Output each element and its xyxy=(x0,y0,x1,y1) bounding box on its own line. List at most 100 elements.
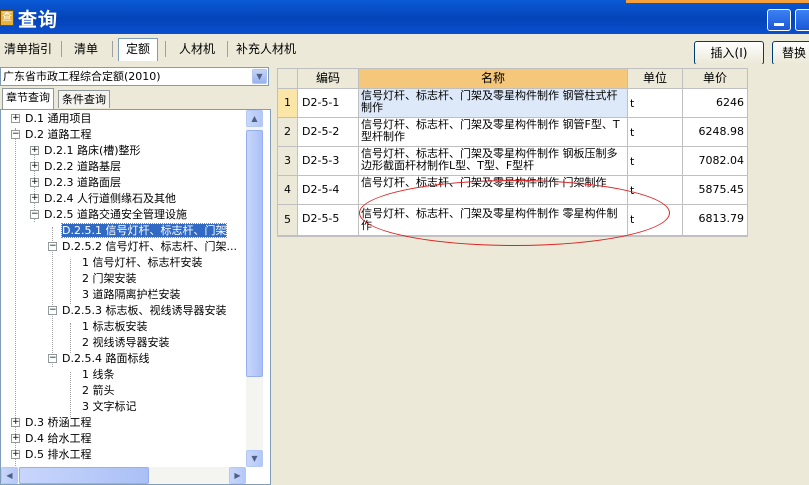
tree-node-label: D.1 通用项目 xyxy=(25,112,92,125)
tree-leaf[interactable]: 1 线条 xyxy=(82,367,115,383)
collapse-icon[interactable]: − xyxy=(48,306,57,315)
tree-node[interactable]: + D.5 排水工程 xyxy=(11,447,91,463)
expand-icon[interactable]: + xyxy=(30,194,39,203)
tab-labor-material[interactable]: 人材机 xyxy=(171,39,223,59)
tree-node[interactable]: + D.2.3 道路面层 xyxy=(30,175,121,191)
maximize-button[interactable] xyxy=(795,9,809,31)
scroll-up-icon[interactable]: ▲ xyxy=(246,110,263,127)
cell-name[interactable]: 信号灯杆、标志杆、门架及零星构件制作 钢管F型、T型杆制作 xyxy=(359,118,628,147)
scroll-left-icon[interactable]: ◀ xyxy=(1,467,18,484)
quota-library-select[interactable]: 广东省市政工程综合定额(2010) ▼ xyxy=(0,67,269,86)
tree-leaf[interactable]: 3 道路隔离护栏安装 xyxy=(82,287,181,303)
tree-node-label: D.2.5.2 信号灯杆、标志杆、门架... xyxy=(62,240,237,253)
row-number[interactable]: 5 xyxy=(278,205,298,236)
row-number[interactable]: 2 xyxy=(278,118,298,147)
tree-node-label: D.5 排水工程 xyxy=(25,448,92,461)
tree-node-label: D.2.4 人行道侧缘石及其他 xyxy=(44,192,176,205)
cell-code[interactable]: D2-5-5 xyxy=(298,205,359,236)
tree-node-label: D.2.5.3 标志板、视线诱导器安装 xyxy=(62,304,227,317)
expand-icon[interactable]: + xyxy=(30,146,39,155)
expand-icon[interactable]: + xyxy=(11,450,20,459)
tab-bill[interactable]: 清单 xyxy=(66,39,106,59)
chevron-down-icon[interactable]: ▼ xyxy=(252,69,267,84)
tree-leaf[interactable]: 1 信号灯杆、标志杆安装 xyxy=(82,255,203,271)
tab-chapter-query[interactable]: 章节查询 xyxy=(2,88,54,109)
minimize-button[interactable] xyxy=(767,9,791,31)
cell-unit[interactable]: t xyxy=(628,147,683,176)
expand-icon[interactable]: + xyxy=(30,178,39,187)
scroll-thumb[interactable] xyxy=(246,130,263,377)
tab-supplement-labor-material[interactable]: 补充人材机 xyxy=(231,39,301,59)
tab-separator xyxy=(61,41,62,57)
column-header-name[interactable]: 名称 xyxy=(359,69,628,89)
tree-node[interactable]: + D.2.2 道路基层 xyxy=(30,159,121,175)
cell-price[interactable]: 5875.45 xyxy=(683,176,748,205)
tree-horizontal-scrollbar[interactable]: ◀ ▶ xyxy=(1,467,246,484)
cell-name[interactable]: 信号灯杆、标志杆、门架及零星构件制作 钢板压制多边形截面杆材制作L型、T型、F型… xyxy=(359,147,628,176)
tab-separator xyxy=(165,41,166,57)
cell-name[interactable]: 信号灯杆、标志杆、门架及零星构件制作 门架制作 xyxy=(359,176,628,205)
tree-node-label: 2 箭头 xyxy=(82,384,115,397)
tree-node-label: 1 标志板安装 xyxy=(82,320,148,333)
collapse-icon[interactable]: − xyxy=(48,242,57,251)
tree-node[interactable]: − D.2 道路工程 xyxy=(11,127,91,143)
title-bar: 查 查询 xyxy=(0,0,809,34)
replace-button[interactable]: 替换 xyxy=(772,41,809,65)
collapse-icon[interactable]: − xyxy=(30,210,39,219)
tree-node[interactable]: − D.2.5.4 路面标线 xyxy=(48,351,149,367)
cell-price[interactable]: 7082.04 xyxy=(683,147,748,176)
tree-node-label: D.2.1 路床(槽)整形 xyxy=(44,144,141,157)
cell-unit[interactable]: t xyxy=(628,89,683,118)
tree-leaf[interactable]: 2 视线诱导器安装 xyxy=(82,335,170,351)
tree-vertical-scrollbar[interactable]: ▲ ▼ xyxy=(246,110,263,467)
tab-bill-guide[interactable]: 清单指引 xyxy=(0,39,56,59)
expand-icon[interactable]: + xyxy=(11,114,20,123)
cell-name[interactable]: 信号灯杆、标志杆、门架及零星构件制作 零星构件制作 xyxy=(359,205,628,236)
tree-node[interactable]: + D.2.1 路床(槽)整形 xyxy=(30,143,141,159)
cell-code[interactable]: D2-5-1 xyxy=(298,89,359,118)
cell-unit[interactable]: t xyxy=(628,118,683,147)
tab-quota[interactable]: 定额 xyxy=(118,38,158,61)
cell-name[interactable]: 信号灯杆、标志杆、门架及零星构件制作 钢管柱式杆制作 xyxy=(359,89,628,118)
tree-node[interactable]: + D.1 通用项目 xyxy=(11,111,91,127)
quota-library-value: 广东省市政工程综合定额(2010) xyxy=(3,70,161,83)
expand-icon[interactable]: + xyxy=(11,418,20,427)
expand-icon[interactable]: + xyxy=(11,434,20,443)
cell-unit[interactable]: t xyxy=(628,205,683,236)
tree-node-selected[interactable]: D.2.5.1 信号灯杆、标志杆、门架 xyxy=(60,223,228,239)
cell-price[interactable]: 6813.79 xyxy=(683,205,748,236)
tree-node[interactable]: − D.2.5.2 信号灯杆、标志杆、门架... xyxy=(48,239,237,255)
scroll-down-icon[interactable]: ▼ xyxy=(246,450,263,467)
cell-code[interactable]: D2-5-3 xyxy=(298,147,359,176)
tree-node-label: 2 门架安装 xyxy=(82,272,137,285)
tree-leaf[interactable]: 2 箭头 xyxy=(82,383,115,399)
chapter-panel: 广东省市政工程综合定额(2010) ▼ 章节查询 条件查询 + D.1 通用项目… xyxy=(0,64,271,485)
tree-node[interactable]: − D.2.5.3 标志板、视线诱导器安装 xyxy=(48,303,226,319)
tree-leaf[interactable]: 2 门架安装 xyxy=(82,271,137,287)
tree-leaf[interactable]: 1 标志板安装 xyxy=(82,319,148,335)
cell-unit[interactable]: t xyxy=(628,176,683,205)
scroll-thumb[interactable] xyxy=(19,467,149,484)
tree-node[interactable]: + D.4 给水工程 xyxy=(11,431,91,447)
cell-code[interactable]: D2-5-4 xyxy=(298,176,359,205)
column-header-unit[interactable]: 单位 xyxy=(628,69,683,89)
collapse-icon[interactable]: − xyxy=(11,130,20,139)
tree-leaf[interactable]: 3 文字标记 xyxy=(82,399,137,415)
cell-code[interactable]: D2-5-2 xyxy=(298,118,359,147)
tree-node[interactable]: + D.2.4 人行道侧缘石及其他 xyxy=(30,191,176,207)
tab-condition-query[interactable]: 条件查询 xyxy=(58,90,110,108)
row-number[interactable]: 4 xyxy=(278,176,298,205)
column-header-price[interactable]: 单价 xyxy=(683,69,748,89)
tree-node[interactable]: − D.2.5 道路交通安全管理设施 xyxy=(30,207,187,223)
cell-price[interactable]: 6248.98 xyxy=(683,118,748,147)
collapse-icon[interactable]: − xyxy=(48,354,57,363)
column-header-code[interactable]: 编码 xyxy=(298,69,359,89)
tree-node-label: D.4 给水工程 xyxy=(25,432,92,445)
scroll-right-icon[interactable]: ▶ xyxy=(229,467,246,484)
cell-price[interactable]: 6246 xyxy=(683,89,748,118)
row-number[interactable]: 1 xyxy=(278,89,298,118)
row-number[interactable]: 3 xyxy=(278,147,298,176)
tree-node[interactable]: + D.3 桥涵工程 xyxy=(11,415,91,431)
expand-icon[interactable]: + xyxy=(30,162,39,171)
insert-button[interactable]: 插入(I) xyxy=(694,41,764,65)
